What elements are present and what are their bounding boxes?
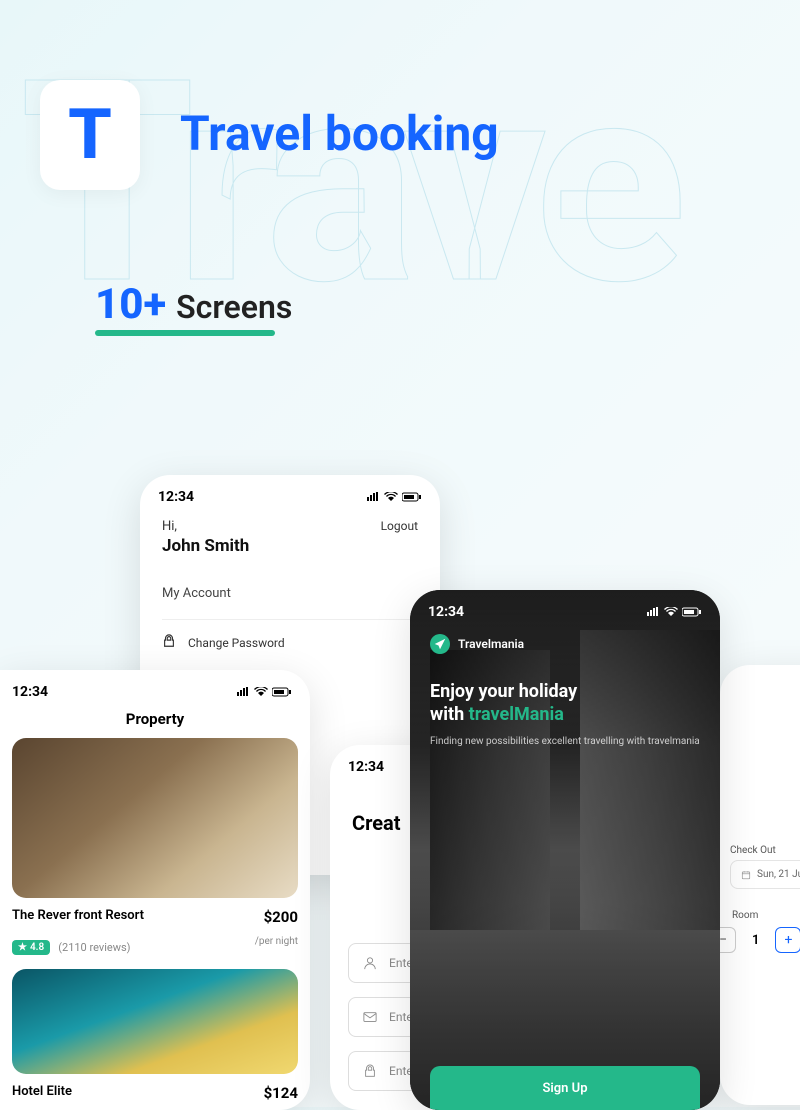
mockup-onboarding-screen: 12:34 Travelmania Enjoy your holiday wit… — [410, 590, 720, 1110]
status-bar: 12:34 — [140, 475, 440, 511]
plane-icon — [430, 634, 450, 654]
status-time: 12:34 — [348, 759, 384, 775]
property-photo — [12, 969, 298, 1074]
status-time: 12:34 — [12, 684, 48, 700]
hero-line-1: Enjoy your holiday — [430, 680, 700, 703]
status-bar — [720, 665, 800, 695]
status-time: 12:34 — [428, 604, 464, 620]
room-label: Room — [732, 910, 758, 921]
status-icons — [236, 687, 292, 697]
mockup-property-screen: 12:34 Property The Rever front Resort $2… — [0, 670, 310, 1110]
property-price: $200 — [264, 908, 298, 926]
logout-link[interactable]: Logout — [381, 519, 418, 533]
logo-letter: T — [68, 94, 112, 176]
rating-badge: ★ 4.8 — [12, 940, 50, 955]
hero-subtitle: Finding new possibilities excellent trav… — [430, 735, 700, 749]
screens-count-number: 10+ — [95, 280, 166, 329]
calendar-icon — [741, 870, 751, 880]
per-night-label: /per night — [255, 936, 298, 947]
greeting-hi: Hi, — [162, 519, 249, 534]
stepper-value: 1 — [752, 933, 759, 948]
stepper-plus-button[interactable]: + — [775, 927, 800, 953]
status-time: 12:34 — [158, 489, 194, 505]
star-icon: ★ — [18, 942, 27, 953]
rating-value: 4.8 — [30, 942, 44, 953]
hero-text: Enjoy your holiday with travelMania Find… — [410, 662, 720, 753]
change-password-row[interactable]: Change Password — [162, 619, 418, 651]
hero-line-2-prefix: with — [430, 704, 469, 725]
mail-icon — [363, 1010, 377, 1024]
checkout-label: Check Out — [730, 845, 776, 856]
room-stepper: − 1 + — [720, 927, 800, 953]
status-bar: 12:34 — [0, 670, 310, 706]
underline-accent — [95, 330, 275, 336]
checkout-date-field[interactable]: Sun, 21 Jun — [730, 860, 800, 889]
screens-count: 10+ Screens — [95, 280, 292, 329]
mockup-booking-screen: Check Out Sun, 21 Jun Room − 1 + — [720, 665, 800, 1105]
property-card[interactable]: Hotel Elite $124 — [12, 969, 298, 1102]
status-icons — [646, 607, 702, 617]
status-icons — [366, 492, 422, 502]
lock-icon — [363, 1064, 377, 1078]
person-icon — [363, 956, 377, 970]
brand-row: Travelmania — [410, 626, 720, 662]
checkout-date-value: Sun, 21 Jun — [757, 869, 800, 880]
property-price: $124 — [264, 1084, 298, 1102]
user-name: John Smith — [162, 536, 249, 556]
screens-count-label: Screens — [176, 288, 292, 326]
property-title: Property — [0, 706, 310, 738]
lock-icon — [162, 634, 176, 651]
hero-line-2-accent: travelMania — [469, 704, 564, 725]
change-password-label: Change Password — [188, 636, 285, 650]
signup-button[interactable]: Sign Up — [430, 1066, 700, 1110]
property-photo — [12, 738, 298, 898]
reviews-count: (2110 reviews) — [58, 941, 130, 954]
property-name: The Rever front Resort — [12, 908, 144, 923]
page-title: Travel booking — [180, 105, 499, 162]
logo-box: T — [40, 80, 140, 190]
my-account-section-title: My Account — [140, 556, 440, 601]
status-bar: 12:34 — [410, 590, 720, 626]
brand-name: Travelmania — [458, 637, 524, 651]
property-name: Hotel Elite — [12, 1084, 72, 1099]
property-card[interactable]: The Rever front Resort $200 ★ 4.8 (2110 … — [12, 738, 298, 955]
stepper-minus-button[interactable]: − — [720, 927, 736, 953]
